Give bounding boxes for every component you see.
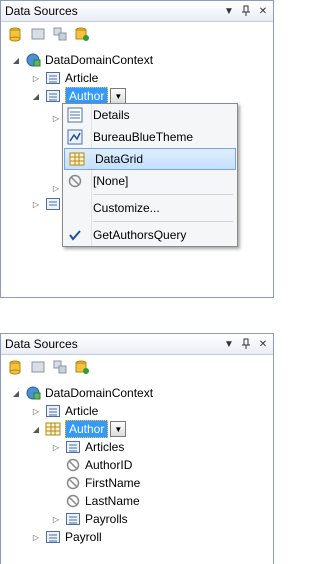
domain-context-icon [25,385,41,401]
expand-icon[interactable]: ▷ [31,532,41,542]
menu-item-getauthorsquery[interactable]: GetAuthorsQuery [63,224,237,246]
edit-dataset-icon[interactable] [29,25,47,43]
entity-list-icon [45,88,61,104]
tree-node-payroll[interactable]: ▷ Payroll [31,528,102,546]
menu-item-label: Customize... [93,201,160,215]
pin-icon[interactable] [239,4,253,18]
collapse-icon[interactable]: ◢ [11,388,21,398]
entity-list-icon [65,511,81,527]
menu-item-customize[interactable]: Customize... [63,197,237,219]
checkmark-icon [67,227,83,243]
menu-item-label: BureauBlueTheme [93,130,194,144]
expand-icon: ▷ [52,183,60,193]
control-type-dropdown-button[interactable]: ▼ [110,421,127,437]
tree-node-label: DataDomainContext [45,386,154,400]
expand-icon[interactable]: ▷ [51,442,61,452]
none-circle-icon [65,493,81,509]
tree-node-article[interactable]: ▷ Article [31,402,98,420]
tree-node-label: LastName [85,494,140,508]
tree-node-articles[interactable]: ▷ Articles [51,438,124,456]
close-icon[interactable]: ✕ [256,337,270,351]
refresh-icon[interactable] [73,358,91,376]
tree-node-label: Article [65,404,99,418]
expand-icon: ▷ [52,113,60,123]
menu-separator [93,221,233,222]
tree-node-label: Payrolls [85,512,128,526]
data-sources-panel-expanded: Data Sources ▼ ✕ ◢ DataDomainContext ▷ A… [0,333,274,564]
datagrid-icon [45,421,61,437]
entity-list-icon [45,529,61,545]
theme-control-icon [67,129,83,145]
collapse-icon[interactable]: ◢ [11,55,21,65]
tree-node-firstname[interactable]: FirstName [65,474,140,492]
panel-titlebar: Data Sources ▼ ✕ [1,334,273,355]
collapse-icon[interactable]: ◢ [31,424,41,434]
tree-node-label: Articles [85,440,125,454]
datagrid-icon [69,151,85,167]
dropdown-arrow-icon[interactable]: ▼ [222,4,236,18]
tree-node-root[interactable]: ◢ DataDomainContext [11,51,153,69]
none-circle-icon [65,457,81,473]
menu-item-label: GetAuthorsQuery [93,228,187,242]
tree-node-label: Article [65,71,99,85]
expand-icon[interactable]: ▷ [31,73,41,83]
menu-item-datagrid[interactable]: DataGrid [64,148,236,170]
tree-node-hidden-payroll: ▷ [31,195,65,213]
tree-node-root[interactable]: ◢ DataDomainContext [11,384,153,402]
panel-titlebar: Data Sources ▼ ✕ [1,1,273,22]
menu-item-none[interactable]: [None] [63,170,237,192]
expand-icon[interactable]: ▷ [51,514,61,524]
tree-node-authorid[interactable]: AuthorID [65,456,132,474]
expand-icon[interactable]: ▷ [31,406,41,416]
collapse-icon[interactable]: ◢ [31,91,41,101]
configure-icon[interactable] [51,25,69,43]
control-type-dropdown-button[interactable]: ▼ [110,88,127,104]
panel-title: Data Sources [5,337,78,351]
configure-icon[interactable] [51,358,69,376]
menu-item-label: [None] [93,174,129,188]
menu-item-label: DataGrid [95,152,144,166]
domain-context-icon [25,52,41,68]
tree-node-payrolls[interactable]: ▷ Payrolls [51,510,128,528]
expand-icon: ▷ [32,199,40,209]
tree-node-author[interactable]: ◢ Author ▼ [31,420,127,438]
none-circle-icon [65,475,81,491]
tree-node-label: DataDomainContext [45,53,154,67]
tree-node-label: FirstName [85,476,141,490]
details-form-icon [67,107,83,123]
entity-list-icon [45,70,61,86]
dropdown-arrow-icon[interactable]: ▼ [222,337,236,351]
add-data-source-icon[interactable] [7,25,25,43]
tree-node-article[interactable]: ▷ Article [31,69,98,87]
entity-list-icon [45,403,61,419]
menu-separator [93,194,233,195]
pin-icon[interactable] [239,337,253,351]
tree-node-lastname[interactable]: LastName [65,492,140,510]
panel-toolbar [1,355,273,379]
close-icon[interactable]: ✕ [256,4,270,18]
tree-node-label: AuthorID [85,458,133,472]
entity-list-icon [45,196,61,212]
menu-item-bureaubluetheme[interactable]: BureauBlueTheme [63,126,237,148]
tree-node-label-selected: Author [65,420,109,438]
refresh-icon[interactable] [73,25,91,43]
menu-item-label: Details [93,108,130,122]
panel-title: Data Sources [5,4,78,18]
panel-toolbar [1,22,273,46]
tree-node-label: Payroll [65,530,102,544]
add-data-source-icon[interactable] [7,358,25,376]
entity-list-icon [65,439,81,455]
menu-item-details[interactable]: Details [63,104,237,126]
edit-dataset-icon[interactable] [29,358,47,376]
control-type-menu: Details BureauBlueTheme DataGrid [None] … [62,103,238,247]
none-circle-icon [67,173,83,189]
